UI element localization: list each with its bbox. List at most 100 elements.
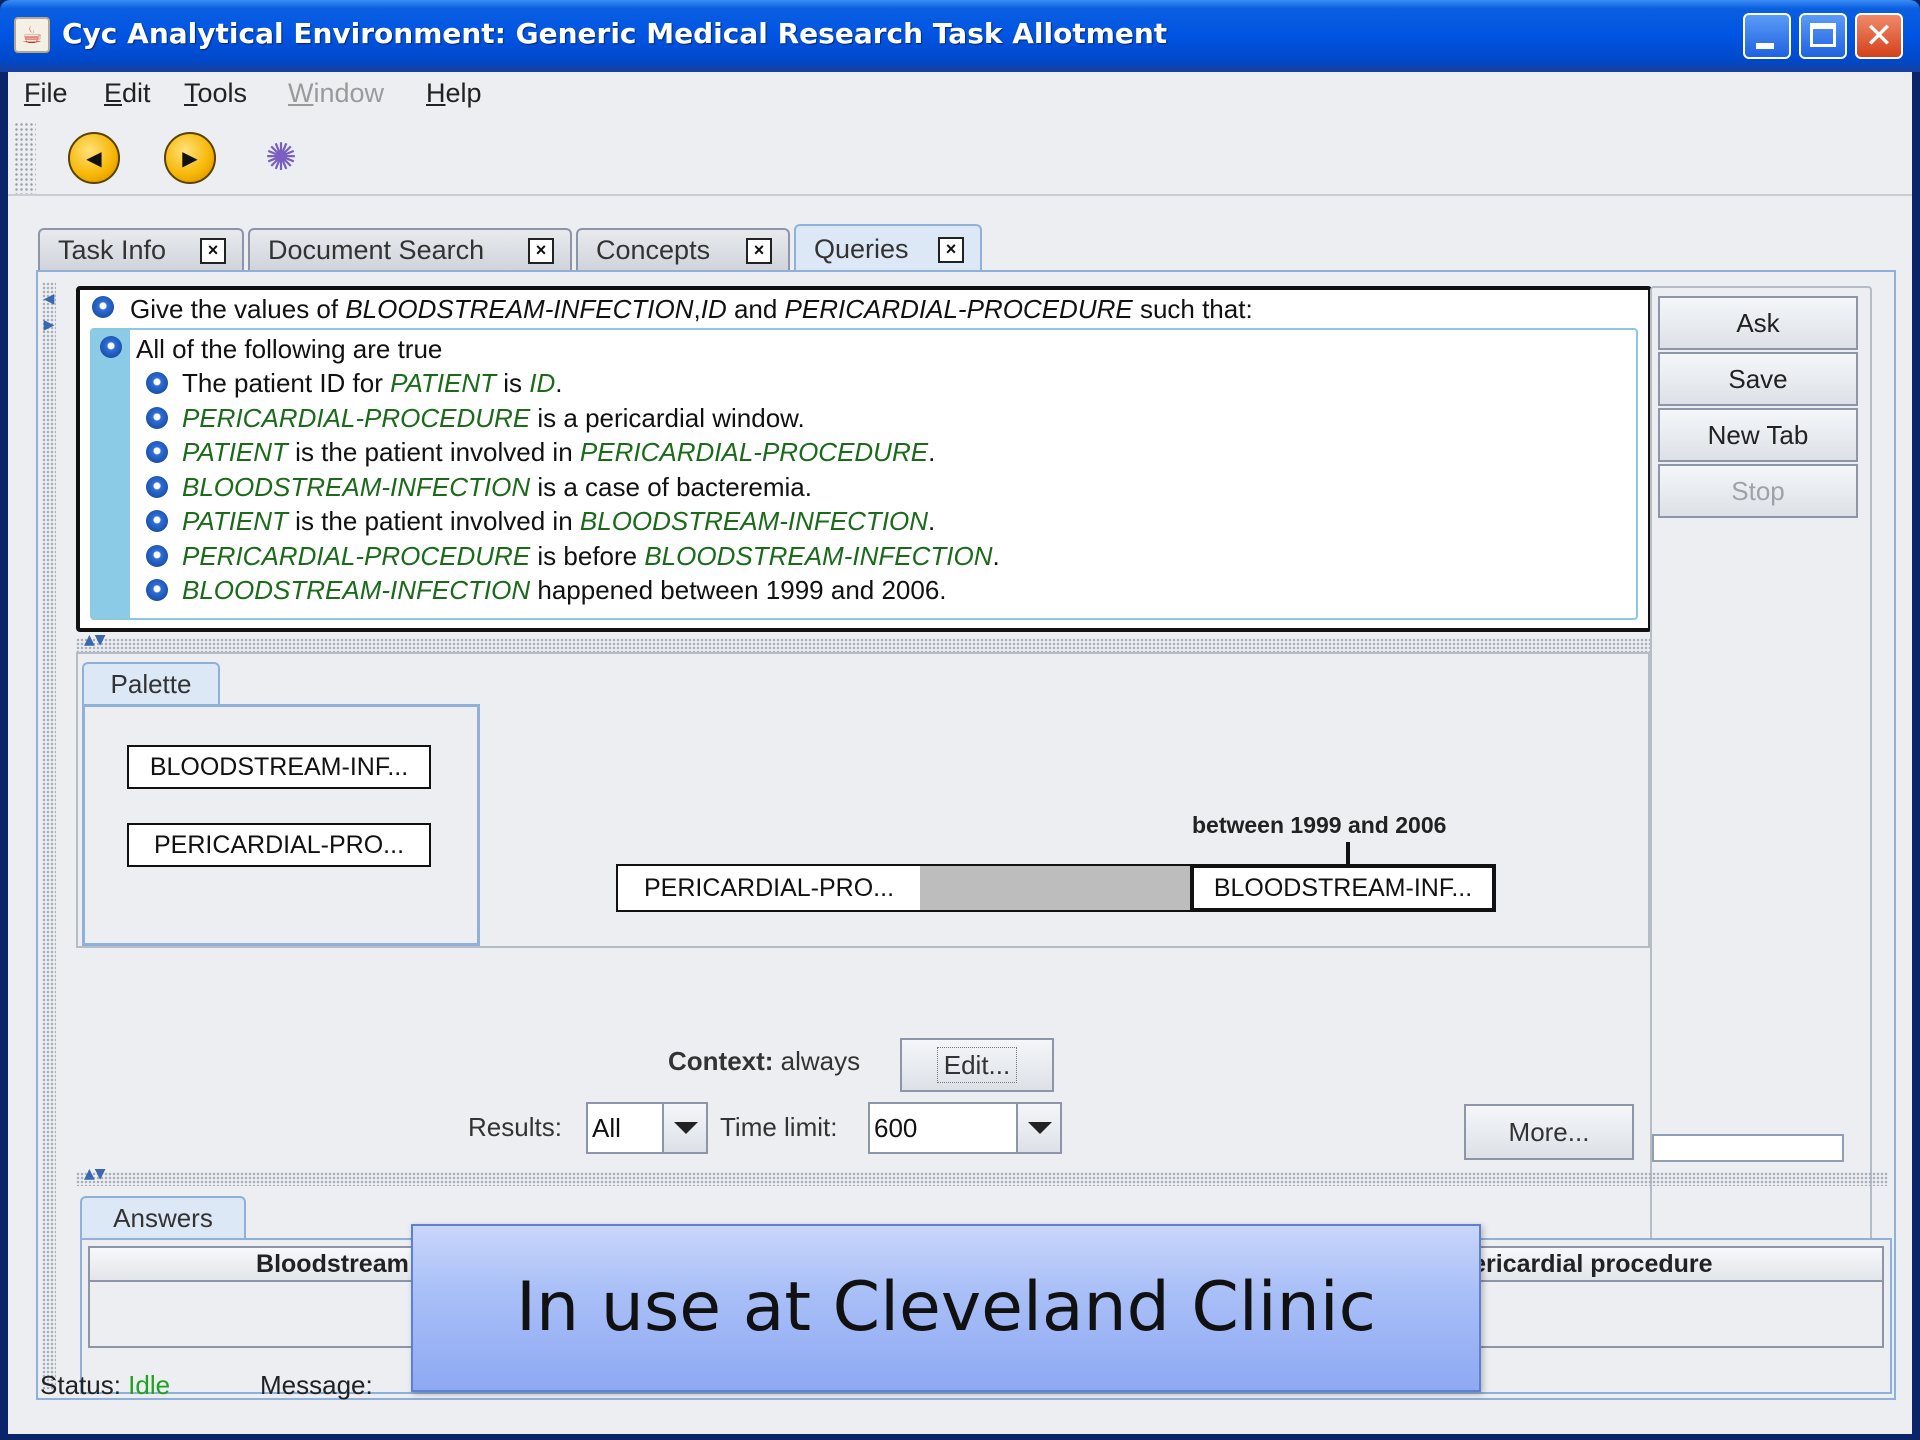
answers-splitter[interactable]: ▲▼ — [76, 1166, 1888, 1186]
menu-file[interactable]: File — [24, 72, 68, 114]
query-variable[interactable]: PATIENT — [182, 506, 288, 536]
clause-bullet-icon[interactable] — [146, 475, 168, 498]
query-clause[interactable]: The patient ID for PATIENT is ID. — [182, 368, 563, 399]
window-title: Cyc Analytical Environment: Generic Medi… — [62, 17, 1168, 50]
query-variable[interactable]: BLOODSTREAM-INFECTION — [345, 294, 693, 324]
query-variable[interactable]: PERICARDIAL-PROCEDURE — [580, 437, 928, 467]
clause-text: happened between 1999 and 2006. — [530, 575, 947, 605]
maximize-icon — [1810, 23, 1836, 47]
clause-bullet-icon[interactable] — [146, 544, 168, 567]
java-app-icon: ☕ — [14, 17, 50, 53]
conjunction-bullet-icon[interactable] — [100, 336, 122, 358]
query-clause[interactable]: PATIENT is the patient involved in BLOOD… — [182, 506, 935, 537]
back-button[interactable]: ◀ — [68, 132, 120, 184]
menu-help[interactable]: Help — [426, 72, 482, 114]
timeline-item-bloodstream[interactable]: BLOODSTREAM-INF... — [1190, 864, 1496, 912]
toolbar-grip[interactable] — [14, 122, 36, 194]
tab-close-icon[interactable]: × — [528, 238, 554, 264]
query-clause[interactable]: BLOODSTREAM-INFECTION happened between 1… — [182, 575, 947, 606]
query-variable[interactable]: PERICARDIAL-PROCEDURE — [182, 403, 530, 433]
tab-document-search[interactable]: Document Search × — [248, 228, 572, 272]
query-clause[interactable]: PERICARDIAL-PROCEDURE is a pericardial w… — [182, 403, 805, 434]
minimize-button[interactable] — [1743, 13, 1791, 59]
forward-button[interactable]: ▶ — [164, 132, 216, 184]
close-icon: ✕ — [1864, 16, 1894, 56]
results-dropdown-button[interactable] — [662, 1104, 706, 1152]
query-variable[interactable]: ID — [701, 294, 727, 324]
status-bar: Status: Idle — [40, 1370, 170, 1401]
clause-bullet-icon[interactable] — [146, 406, 168, 429]
clause-text: is before — [530, 540, 645, 571]
conjunction-block[interactable]: All of the following are true The patien… — [90, 328, 1638, 620]
more-button[interactable]: More... — [1464, 1104, 1634, 1160]
query-variable[interactable]: ID — [529, 368, 555, 398]
conjunction-bar — [92, 330, 130, 618]
title-bar[interactable]: ☕ Cyc Analytical Environment: Generic Me… — [0, 0, 1920, 72]
query-variable[interactable]: PATIENT — [182, 437, 288, 467]
main-tabs: Task Info × Document Search × Concepts ×… — [38, 224, 1898, 272]
palette-panel: BLOODSTREAM-INF... PERICARDIAL-PRO... — [82, 704, 480, 946]
query-variable[interactable]: BLOODSTREAM-INFECTION — [182, 575, 530, 605]
clause-bullet-icon[interactable] — [146, 579, 168, 601]
query-bullet-icon[interactable] — [92, 296, 114, 318]
query-header-text: , — [693, 294, 701, 324]
query-variable[interactable]: PERICARDIAL-PROCEDURE — [785, 294, 1133, 324]
tab-document-search-label: Document Search — [268, 235, 485, 265]
query-variable[interactable]: BLOODSTREAM-INFECTION — [182, 472, 530, 502]
context-row: Context: always — [668, 1046, 860, 1077]
split-arrows-icon[interactable]: ▲▼ — [84, 632, 106, 648]
clause-text: . — [928, 506, 936, 536]
query-variable[interactable]: PATIENT — [390, 368, 496, 398]
context-label: Context: — [668, 1046, 774, 1076]
menu-edit[interactable]: Edit — [104, 72, 151, 114]
clause-bullet-icon[interactable] — [146, 372, 168, 394]
context-edit-label: Edit... — [936, 1047, 1018, 1083]
results-select[interactable]: All — [586, 1102, 708, 1154]
clause-bullet-icon[interactable] — [146, 510, 168, 532]
tab-task-info-label: Task Info — [58, 235, 167, 265]
time-limit-label: Time limit: — [720, 1112, 838, 1142]
query-variable[interactable]: PERICARDIAL-PROCEDURE — [182, 541, 530, 571]
query-clause[interactable]: PATIENT is the patient involved in PERIC… — [182, 437, 935, 468]
tab-concepts[interactable]: Concepts × — [576, 228, 790, 272]
cyc-logo-icon[interactable]: ✺ — [258, 134, 304, 180]
clause-text: is the patient involved in — [287, 437, 580, 467]
collapse-arrows-icon[interactable]: ◀ ▶ — [42, 286, 56, 338]
results-label: Results: — [468, 1112, 562, 1142]
stop-button[interactable]: Stop — [1658, 464, 1858, 518]
new-tab-button[interactable]: New Tab — [1658, 408, 1858, 462]
palette-item[interactable]: BLOODSTREAM-INF... — [127, 745, 431, 789]
close-button[interactable]: ✕ — [1855, 13, 1903, 59]
menu-tools[interactable]: Tools — [184, 72, 247, 114]
query-clause[interactable]: PERICARDIAL-PROCEDURE is before BLOODSTR… — [182, 541, 1000, 572]
clause-bullet-icon[interactable] — [146, 441, 168, 463]
timeline-item-pericardial[interactable]: PERICARDIAL-PRO... — [616, 864, 922, 912]
forward-arrow-icon: ▶ — [182, 146, 198, 170]
time-limit-dropdown-button[interactable] — [1016, 1104, 1060, 1152]
menu-window[interactable]: Window — [288, 72, 384, 114]
palette-item[interactable]: PERICARDIAL-PRO... — [127, 823, 431, 867]
query-splitter[interactable]: ▲▼ — [76, 632, 1652, 652]
tab-close-icon[interactable]: × — [938, 237, 964, 263]
ask-button[interactable]: Ask — [1658, 296, 1858, 350]
palette-tab[interactable]: Palette — [82, 662, 220, 706]
left-splitter[interactable]: ◀ ▶ — [42, 282, 56, 1390]
save-button[interactable]: Save — [1658, 352, 1858, 406]
maximize-button[interactable] — [1799, 13, 1847, 59]
time-limit-select[interactable]: 600 — [868, 1102, 1062, 1154]
chevron-down-icon — [1028, 1122, 1052, 1134]
tab-queries-label: Queries — [814, 234, 909, 264]
tab-close-icon[interactable]: × — [200, 238, 226, 264]
query-editor[interactable]: Give the values of BLOODSTREAM-INFECTION… — [76, 286, 1652, 632]
context-edit-button[interactable]: Edit... — [900, 1038, 1054, 1092]
clause-text: is — [496, 368, 530, 398]
query-clause[interactable]: BLOODSTREAM-INFECTION is a case of bacte… — [182, 472, 812, 503]
query-variable[interactable]: BLOODSTREAM-INFECTION — [644, 541, 992, 571]
tab-close-icon[interactable]: × — [746, 238, 772, 264]
query-variable[interactable]: BLOODSTREAM-INFECTION — [580, 506, 928, 536]
context-value: always — [780, 1046, 861, 1076]
split-arrows-icon[interactable]: ▲▼ — [84, 1166, 106, 1182]
tab-task-info[interactable]: Task Info × — [38, 228, 244, 272]
tab-queries[interactable]: Queries × — [794, 224, 982, 272]
answers-tab[interactable]: Answers — [80, 1196, 246, 1240]
